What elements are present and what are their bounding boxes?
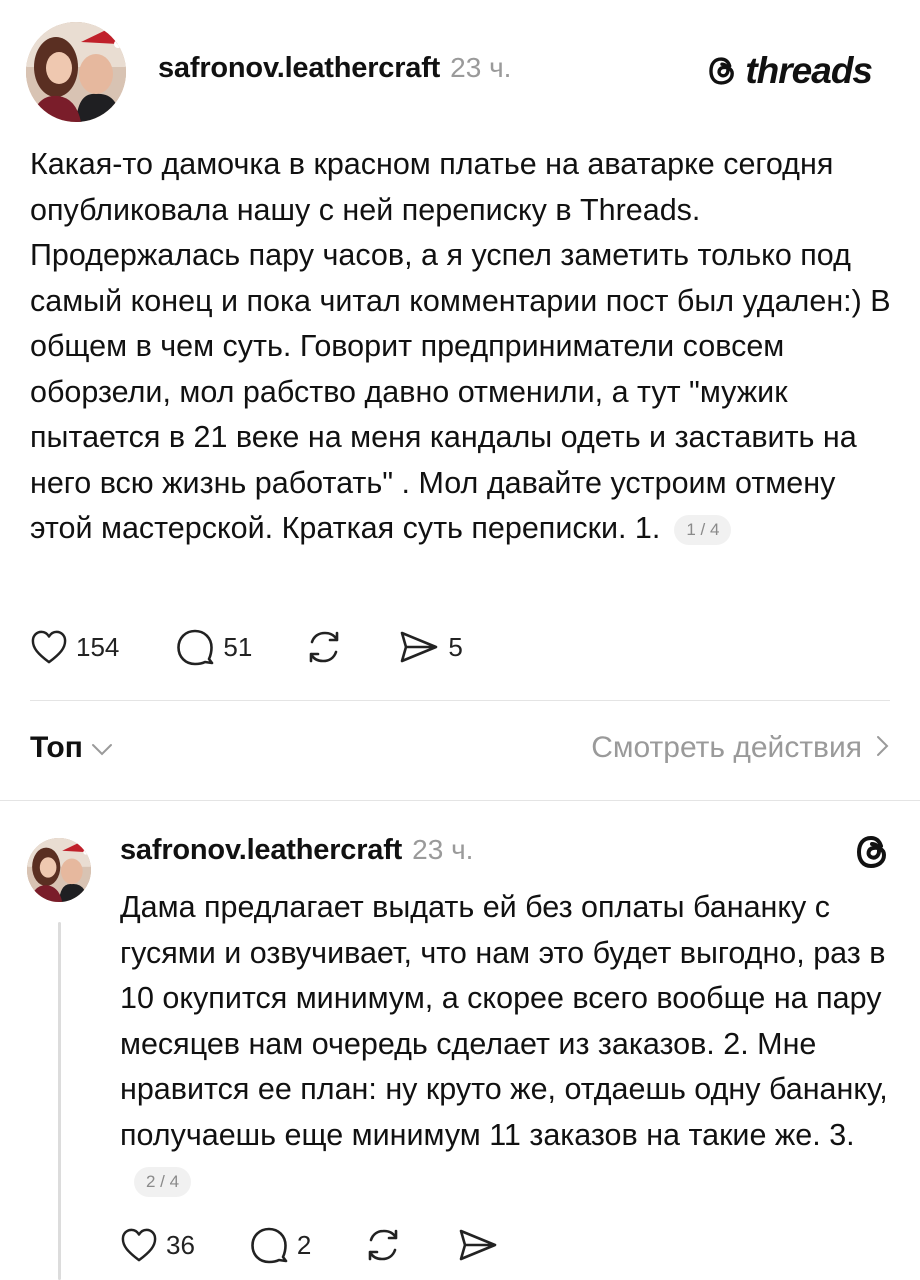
threads-brand: threads: [705, 50, 873, 92]
reply-like-count: 36: [166, 1229, 195, 1260]
section-divider: [0, 800, 920, 801]
reply-comment-count: 2: [296, 1229, 312, 1260]
reply-page-counter: 2 / 4: [134, 1166, 192, 1197]
chevron-right-icon: [876, 731, 890, 765]
reply-like-button[interactable]: 36: [120, 1227, 195, 1263]
heart-icon: [30, 629, 68, 665]
post-header: safronov.leathercraft 23 ч.: [158, 52, 511, 85]
reply-comment-button[interactable]: 2: [249, 1226, 311, 1264]
reply-body: Дама предлагает выдать ей без оплаты бан…: [120, 885, 890, 1204]
reply-username[interactable]: safronov.leathercraft: [120, 834, 402, 867]
post-actions: 154 51 5: [30, 628, 463, 666]
reply-repost-button[interactable]: [363, 1226, 403, 1264]
repost-icon: [363, 1226, 403, 1264]
reply-text: Дама предлагает выдать ей без оплаты бан…: [120, 890, 888, 1152]
reply-header: safronov.leathercraft 23 ч.: [120, 834, 473, 867]
reply-time: 23 ч.: [412, 834, 474, 865]
share-count: 5: [448, 631, 463, 662]
avatar-photo: [27, 838, 91, 902]
threads-wordmark: threads: [745, 50, 873, 91]
reply-actions: 36 2: [120, 1226, 499, 1264]
comment-bubble-icon: [175, 628, 215, 666]
comment-button[interactable]: 51: [175, 628, 252, 666]
repost-icon: [304, 628, 344, 666]
share-button[interactable]: 5: [398, 629, 463, 665]
post-page-counter: 1 / 4: [674, 514, 732, 545]
author-avatar[interactable]: [26, 22, 126, 122]
like-count: 154: [76, 631, 120, 662]
view-actions-label: Смотреть действия: [591, 731, 862, 764]
sort-dropdown[interactable]: Топ: [30, 731, 113, 765]
send-icon: [457, 1227, 499, 1263]
heart-icon: [120, 1227, 158, 1263]
threads-logo-icon: [705, 54, 739, 88]
post-username[interactable]: safronov.leathercraft: [158, 52, 440, 85]
avatar-photo: [26, 22, 126, 122]
comment-bubble-icon: [249, 1226, 289, 1264]
comment-count: 51: [223, 631, 253, 662]
chevron-down-icon: [91, 731, 113, 765]
sort-label: Топ: [30, 731, 83, 764]
reply-author-avatar[interactable]: [27, 838, 91, 902]
threads-logo-icon: [852, 832, 892, 877]
post-body: Какая-то дамочка в красном платье на ава…: [30, 142, 900, 552]
send-icon: [398, 629, 440, 665]
thread-connector-line: [58, 922, 61, 1280]
divider: [30, 700, 890, 701]
reply-share-button[interactable]: [457, 1227, 499, 1263]
repost-button[interactable]: [304, 628, 344, 666]
post-text: Какая-то дамочка в красном платье на ава…: [30, 147, 891, 545]
like-button[interactable]: 154: [30, 629, 119, 665]
view-actions-link[interactable]: Смотреть действия: [591, 731, 890, 765]
post-time: 23 ч.: [450, 52, 512, 83]
